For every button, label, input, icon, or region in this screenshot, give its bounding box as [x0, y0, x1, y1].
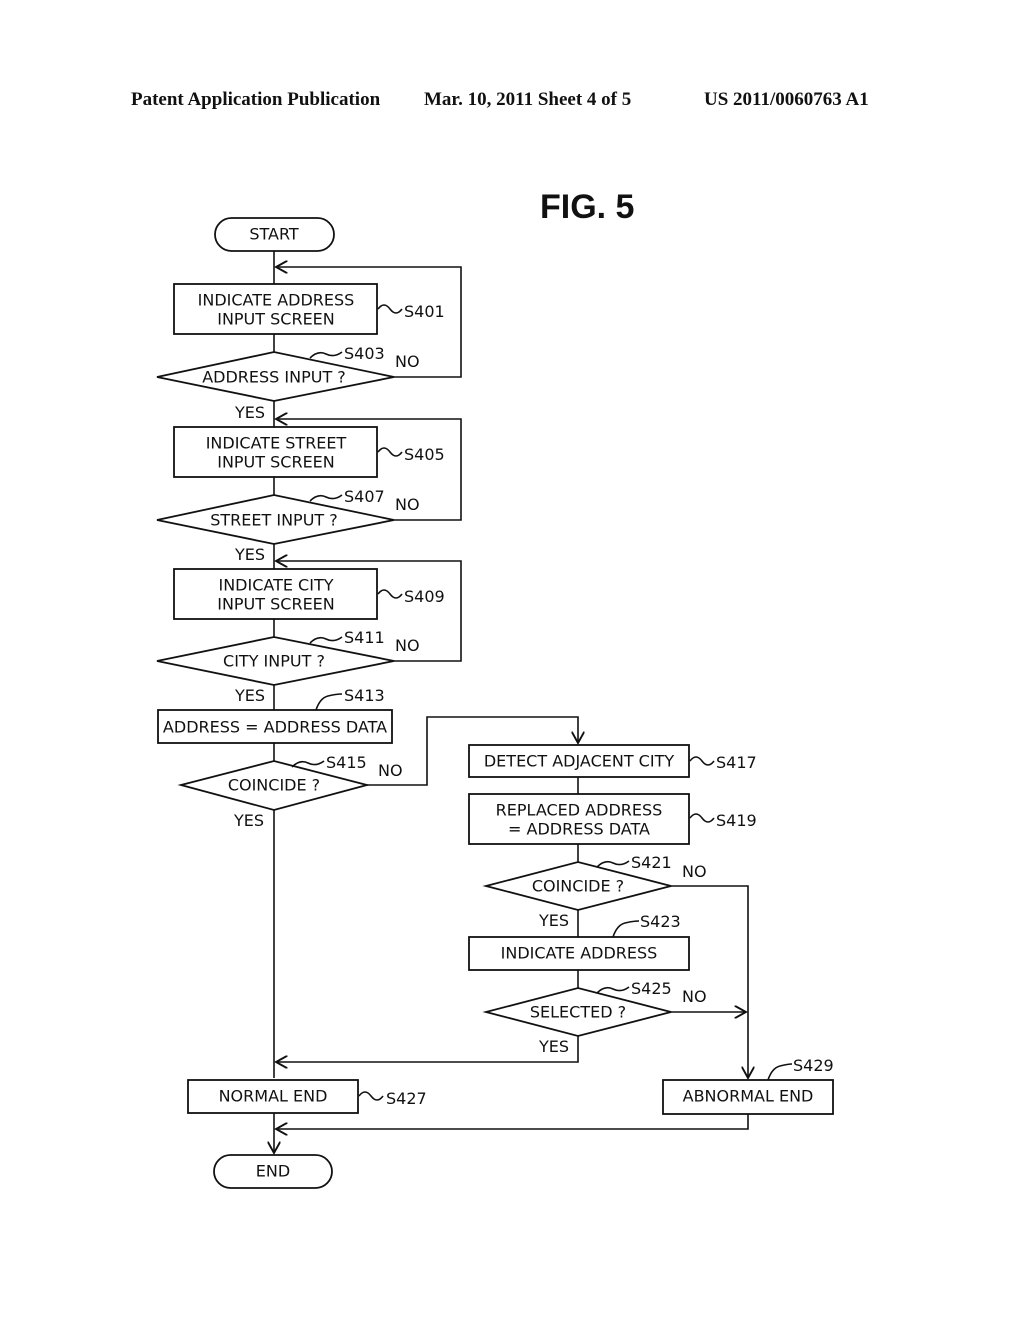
leader-s409 — [377, 589, 403, 599]
s407-text: STREET INPUT ? — [210, 511, 338, 530]
ref-s425: S425 — [631, 979, 672, 998]
step-s409: INDICATE CITY INPUT SCREEN — [173, 568, 378, 620]
leader-s407 — [309, 494, 343, 502]
s409-line2: INPUT SCREEN — [217, 595, 335, 614]
ref-s413: S413 — [344, 686, 385, 705]
leader-s413 — [315, 693, 343, 711]
ref-s409: S409 — [404, 587, 445, 606]
ref-s429: S429 — [793, 1056, 834, 1075]
end-label: END — [256, 1162, 290, 1181]
flowchart: START END INDICATE ADDRESS INPUT SCREEN … — [156, 217, 834, 1189]
step-s413: ADDRESS = ADDRESS DATA — [157, 709, 393, 744]
ref-s421: S421 — [631, 853, 672, 872]
s401-line1: INDICATE ADDRESS — [198, 291, 355, 310]
s405-line2: INPUT SCREEN — [217, 453, 335, 472]
no-label-s407: NO — [395, 495, 420, 514]
ref-s405: S405 — [404, 445, 445, 464]
no-label-s411: NO — [395, 636, 420, 655]
yes-label-s407: YES — [234, 545, 265, 564]
leader-s419 — [689, 813, 715, 823]
ref-s417: S417 — [716, 753, 757, 772]
s411-text: CITY INPUT ? — [223, 652, 325, 671]
step-s419: REPLACED ADDRESS = ADDRESS DATA — [468, 793, 690, 845]
s417-text: DETECT ADJACENT CITY — [484, 752, 674, 771]
s419-line2: = ADDRESS DATA — [508, 820, 650, 839]
connector-s421-no — [671, 885, 748, 1078]
leader-s403 — [309, 351, 343, 359]
reference-labels: S401 S403 S405 S407 S409 S411 S413 S415 … — [291, 302, 834, 1108]
yes-label-s421: YES — [538, 911, 569, 930]
s425-text: SELECTED ? — [530, 1003, 626, 1022]
ref-s423: S423 — [640, 912, 681, 931]
s401-line2: INPUT SCREEN — [217, 310, 335, 329]
leader-s405 — [377, 447, 403, 457]
leader-s417 — [689, 756, 715, 766]
leader-s429 — [767, 1063, 793, 1081]
s403-text: ADDRESS INPUT ? — [202, 368, 346, 387]
ref-s419: S419 — [716, 811, 757, 830]
s405-line1: INDICATE STREET — [206, 434, 347, 453]
end-terminator: END — [213, 1154, 333, 1189]
step-s405: INDICATE STREET INPUT SCREEN — [173, 426, 378, 478]
ref-s403: S403 — [344, 344, 385, 363]
ref-s401: S401 — [404, 302, 445, 321]
s429-text: ABNORMAL END — [683, 1087, 814, 1106]
ref-s427: S427 — [386, 1089, 427, 1108]
yes-label-s403: YES — [234, 403, 265, 422]
s415-text: COINCIDE ? — [228, 776, 320, 795]
s409-line1: INDICATE CITY — [218, 576, 333, 595]
s427-text: NORMAL END — [219, 1087, 328, 1106]
ref-s415: S415 — [326, 753, 367, 772]
yes-label-s425: YES — [538, 1037, 569, 1056]
yes-label-s411: YES — [234, 686, 265, 705]
s413-text: ADDRESS = ADDRESS DATA — [163, 718, 387, 737]
ref-s407: S407 — [344, 487, 385, 506]
yes-label-s415: YES — [233, 811, 264, 830]
step-s401: INDICATE ADDRESS INPUT SCREEN — [173, 283, 378, 335]
leader-s421 — [596, 860, 630, 868]
no-label-s415: NO — [378, 761, 403, 780]
no-label-s425: NO — [682, 987, 707, 1006]
leader-s427 — [358, 1091, 384, 1101]
leader-s425 — [596, 986, 630, 994]
step-s429: ABNORMAL END — [662, 1079, 834, 1115]
step-s423: INDICATE ADDRESS — [468, 936, 690, 971]
no-label-s421: NO — [682, 862, 707, 881]
step-s427: NORMAL END — [187, 1079, 359, 1114]
connector-s429-end — [276, 1114, 749, 1129]
connector-s425-yes — [276, 1036, 579, 1062]
s423-text: INDICATE ADDRESS — [501, 944, 658, 963]
leader-s411 — [309, 636, 343, 644]
no-label-s403: NO — [395, 352, 420, 371]
ref-s411: S411 — [344, 628, 385, 647]
s421-text: COINCIDE ? — [532, 877, 624, 896]
start-terminator: START — [214, 217, 335, 252]
leader-s401 — [377, 304, 403, 314]
leader-s423 — [612, 920, 640, 938]
step-s417: DETECT ADJACENT CITY — [468, 744, 690, 778]
start-label: START — [249, 225, 299, 244]
s419-line1: REPLACED ADDRESS — [496, 801, 663, 820]
